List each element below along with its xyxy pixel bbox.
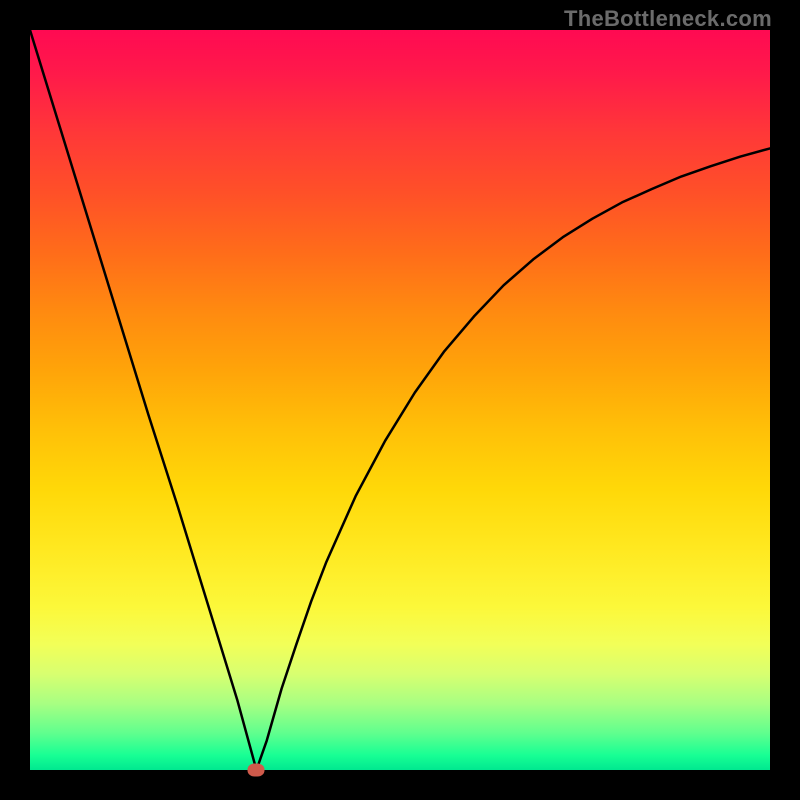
plot-area	[30, 30, 770, 770]
bottleneck-curve	[30, 30, 770, 770]
chart-container: TheBottleneck.com	[0, 0, 800, 800]
minimum-marker	[248, 764, 265, 777]
attribution-text: TheBottleneck.com	[564, 6, 772, 32]
